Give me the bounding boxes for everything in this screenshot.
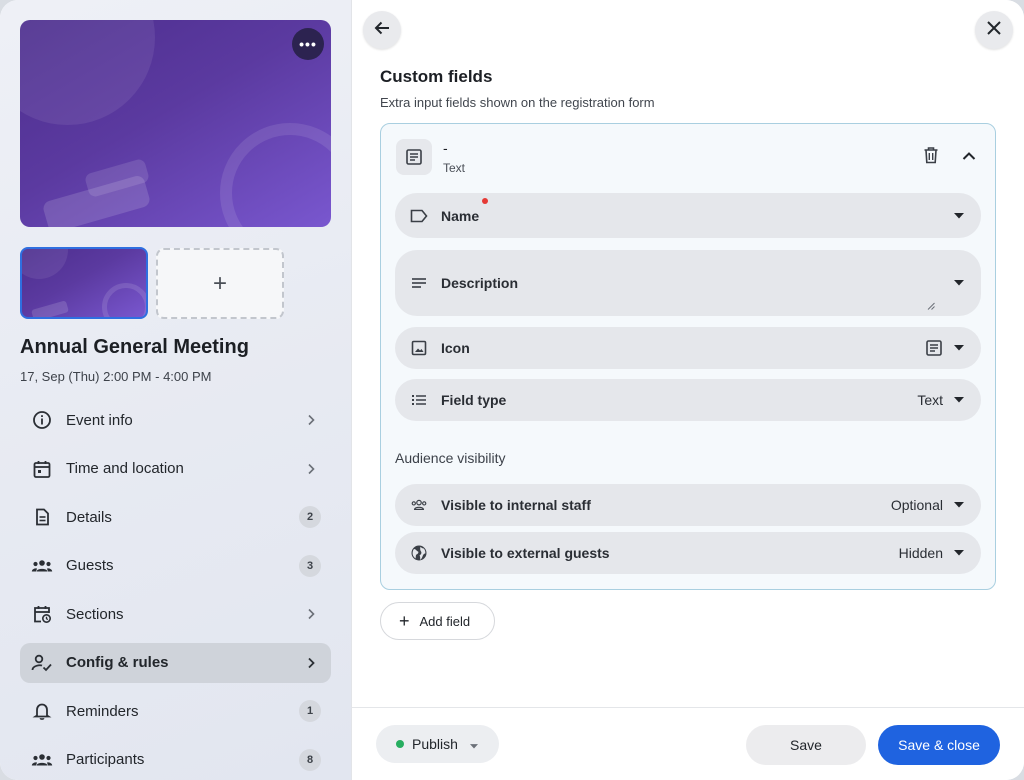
icon-select[interactable]: Icon xyxy=(395,327,981,369)
custom-field-card: - Text Name Description Icon Field type … xyxy=(380,123,996,590)
more-horizontal-icon[interactable]: ••• xyxy=(292,28,324,60)
caret-down-icon xyxy=(951,275,967,291)
resize-handle-icon[interactable] xyxy=(927,297,935,310)
section-subtitle: Extra input fields shown on the registra… xyxy=(380,95,655,110)
sidebar-item-time-location[interactable]: Time and location xyxy=(20,449,331,489)
count-badge: 1 xyxy=(299,700,321,722)
text-document-icon xyxy=(925,339,943,357)
section-title: Custom fields xyxy=(380,67,493,86)
internal-staff-visibility-select[interactable]: Visible to internal staff Optional xyxy=(395,484,981,526)
field-type-select[interactable]: Field type Text xyxy=(395,379,981,421)
document-icon xyxy=(30,505,54,529)
add-field-button[interactable]: + Add field xyxy=(380,602,495,640)
cover-thumbnail-selected[interactable] xyxy=(20,247,148,319)
external-guests-value: Hidden xyxy=(898,545,943,561)
status-dot xyxy=(396,740,404,748)
sidebar-item-label: Sections xyxy=(66,605,124,623)
external-guests-visibility-select[interactable]: Visible to external guests Hidden xyxy=(395,532,981,574)
caret-down-icon xyxy=(951,340,967,356)
info-icon xyxy=(30,408,54,432)
field-type-caption: Text xyxy=(443,161,466,175)
text-field-icon xyxy=(396,139,432,175)
publish-label: Publish xyxy=(412,736,458,752)
sidebar-item-label: Time and location xyxy=(66,460,184,477)
required-indicator xyxy=(482,197,488,204)
caret-down-icon xyxy=(951,392,967,408)
count-badge: 3 xyxy=(299,554,321,577)
plus-icon: + xyxy=(399,611,410,631)
add-image-button[interactable]: + xyxy=(156,248,284,319)
collapse-field-button[interactable] xyxy=(957,145,981,169)
chevron-right-icon xyxy=(301,604,321,624)
globe-icon xyxy=(409,543,429,563)
plus-icon: + xyxy=(212,269,227,297)
close-icon xyxy=(986,20,1002,41)
label-tag-icon xyxy=(409,206,429,226)
image-icon xyxy=(409,338,429,358)
sidebar-item-label: Config & rules xyxy=(66,654,169,671)
sidebar-item-participants[interactable]: Participants 8 xyxy=(20,740,331,780)
trash-icon xyxy=(923,146,939,169)
delete-field-button[interactable] xyxy=(919,145,943,169)
chevron-right-icon xyxy=(301,653,321,673)
name-select[interactable]: Name xyxy=(395,193,981,238)
caret-down-icon xyxy=(469,736,478,752)
internal-staff-value: Optional xyxy=(890,497,943,513)
sidebar-item-label: Reminders xyxy=(66,702,139,720)
close-button[interactable] xyxy=(975,11,1013,49)
group-icon xyxy=(30,554,54,578)
event-editor-window: ••• + Annual General Meeting 17, Sep (Th… xyxy=(0,0,1024,780)
chevron-right-icon xyxy=(301,459,321,479)
sidebar-item-label: Event info xyxy=(66,411,133,429)
publish-status-button[interactable]: Publish xyxy=(376,725,499,763)
count-badge: 2 xyxy=(299,506,321,528)
caret-down-icon xyxy=(951,545,967,561)
description-label: Description xyxy=(441,275,519,291)
sidebar-item-label: Guests xyxy=(66,557,114,574)
sidebar-item-config-rules[interactable]: Config & rules xyxy=(20,642,331,683)
chevron-up-icon xyxy=(962,148,976,166)
group-icon xyxy=(409,495,429,515)
field-type-label: Field type xyxy=(441,392,507,408)
save-button[interactable]: Save xyxy=(746,725,866,765)
notes-icon xyxy=(409,273,429,293)
save-and-close-button[interactable]: Save & close xyxy=(878,725,1000,765)
back-button[interactable] xyxy=(363,11,401,49)
external-guests-label: Visible to external guests xyxy=(441,545,610,561)
sidebar-item-event-info[interactable]: Event info xyxy=(20,400,331,440)
name-label: Name xyxy=(441,207,480,224)
bell-icon xyxy=(30,699,54,723)
sidebar-item-sections[interactable]: Sections xyxy=(20,594,331,634)
event-date: 17, Sep (Thu) 2:00 PM - 4:00 PM xyxy=(20,369,212,384)
count-badge: 8 xyxy=(299,748,321,771)
event-cover-image[interactable]: ••• xyxy=(20,20,331,227)
add-field-label: Add field xyxy=(419,613,471,629)
sidebar-nav: Event info Time and location Details 2 G… xyxy=(20,400,331,780)
calendar-icon xyxy=(30,457,54,481)
field-type-value: Text xyxy=(917,392,943,408)
sidebar-item-label: Details xyxy=(66,508,112,526)
description-textarea[interactable]: Description xyxy=(395,250,981,316)
sidebar-item-guests[interactable]: Guests 3 xyxy=(20,546,331,586)
calendar-clock-icon xyxy=(30,602,54,626)
audience-visibility-heading: Audience visibility xyxy=(395,450,506,466)
sidebar-item-details[interactable]: Details 2 xyxy=(20,497,331,537)
internal-staff-label: Visible to internal staff xyxy=(441,497,591,513)
panel-footer: Publish Save Save & close xyxy=(352,707,1024,780)
arrow-left-icon xyxy=(373,19,391,42)
list-icon xyxy=(409,390,429,410)
chevron-right-icon xyxy=(301,410,321,430)
group-icon xyxy=(30,748,54,772)
field-name: - xyxy=(443,140,448,156)
sidebar-item-reminders[interactable]: Reminders 1 xyxy=(20,691,331,731)
custom-fields-panel: Custom fields Extra input fields shown o… xyxy=(352,0,1024,780)
icon-label: Icon xyxy=(441,340,470,356)
caret-down-icon xyxy=(951,497,967,513)
caret-down-icon xyxy=(951,208,967,224)
sidebar-item-label: Participants xyxy=(66,751,145,768)
event-title: Annual General Meeting xyxy=(20,336,249,358)
event-sidebar: ••• + Annual General Meeting 17, Sep (Th… xyxy=(0,0,352,780)
user-check-icon xyxy=(30,651,54,675)
